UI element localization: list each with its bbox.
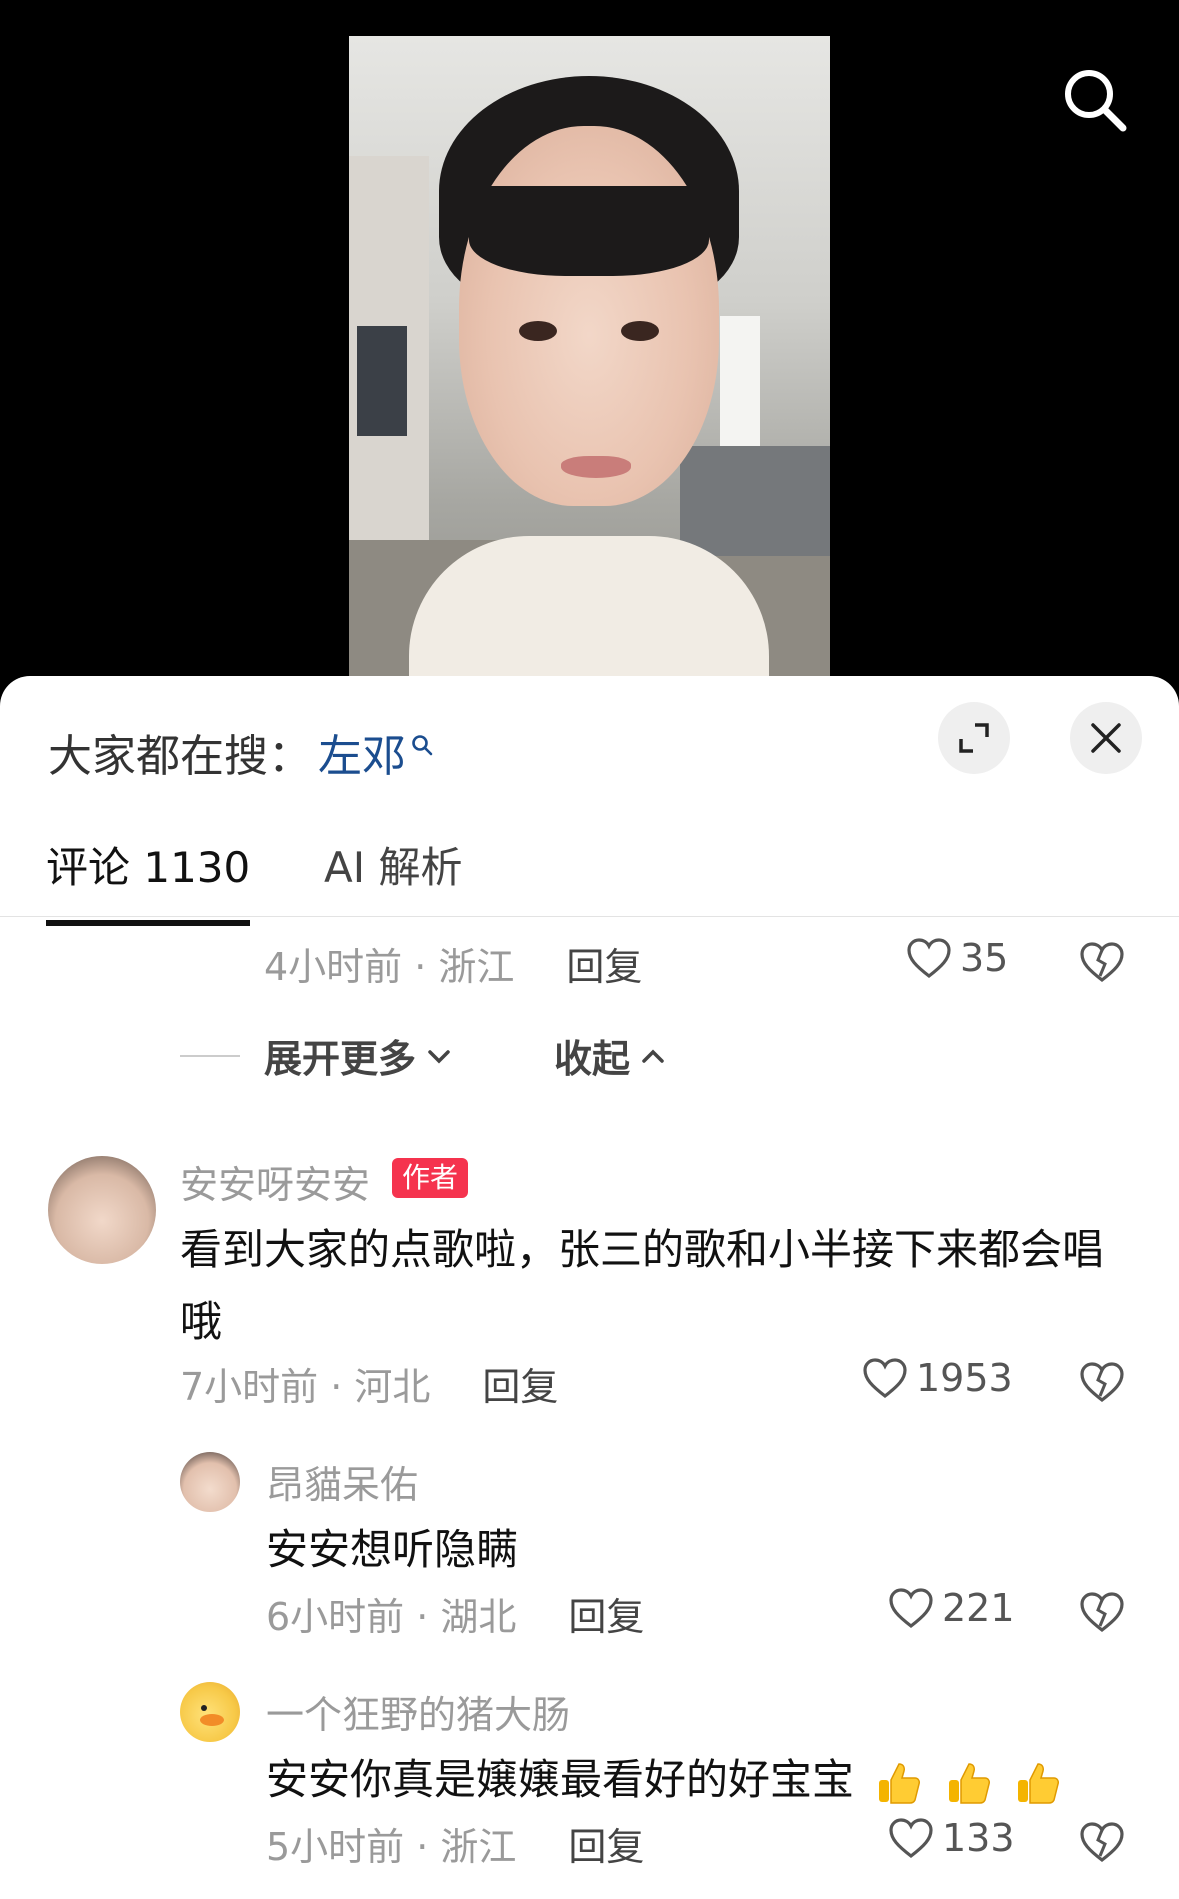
heart-icon (889, 1588, 933, 1629)
close-icon (1091, 723, 1121, 753)
expand-sheet-button[interactable] (938, 702, 1010, 774)
tab-comments[interactable]: 评论 1130 (46, 826, 251, 926)
thread-controls: 展开更多 收起 (180, 1028, 668, 1083)
reply-button[interactable]: 回复 (568, 1816, 644, 1871)
avatar[interactable] (180, 1452, 240, 1512)
time-location: 7小时前 · 河北 (180, 1365, 431, 1409)
collapse-label: 收起 (554, 1037, 631, 1081)
comment-text: 看到大家的点歌啦，张三的歌和小半接下来都会唱哦 (180, 1225, 1105, 1346)
video-person-eye-right (621, 321, 659, 341)
like-button[interactable]: 35 (906, 936, 1008, 980)
heart-icon (863, 1358, 907, 1399)
expand-icon (959, 723, 989, 753)
reply-text-row: 安安你真是嬢嬢最看好的好宝宝 (266, 1744, 1146, 1816)
like-button[interactable]: 133 (888, 1816, 1015, 1860)
reply-text: 安安想听隐瞒 (266, 1525, 519, 1574)
avatar[interactable] (180, 1682, 240, 1742)
chevron-down-icon (428, 1049, 450, 1063)
video-person-bangs (469, 186, 709, 276)
time-location: 5小时前 · 浙江 (266, 1825, 517, 1869)
prev-comment-meta: 4小时前 · 浙江 回复 (264, 936, 642, 991)
expand-more-button[interactable]: 展开更多 (264, 1028, 454, 1083)
video-frame[interactable] (349, 36, 830, 700)
like-count: 221 (942, 1586, 1015, 1630)
collapse-button[interactable]: 收起 (554, 1028, 668, 1083)
reply-username[interactable]: 昂貓呆佑 (266, 1454, 418, 1509)
tab-ai-analysis[interactable]: AI 解析 (324, 826, 462, 922)
divider-line (180, 1054, 240, 1057)
duck-avatar-icon (200, 1705, 224, 1726)
heart-icon (907, 938, 951, 979)
video-background-air-conditioner (720, 316, 760, 466)
search-icon (1065, 70, 1127, 132)
expand-more-label: 展开更多 (264, 1037, 417, 1081)
thumbs-up-icon (879, 1762, 921, 1804)
comment-username[interactable]: 安安呀安安 (180, 1154, 370, 1209)
dislike-button[interactable] (1078, 940, 1126, 984)
dislike-button[interactable] (1078, 1820, 1126, 1864)
small-search-icon (412, 735, 433, 756)
reply-meta: 5小时前 · 浙江 回复 (266, 1816, 644, 1871)
reply-button[interactable]: 回复 (568, 1586, 644, 1641)
like-button[interactable]: 1953 (862, 1356, 1013, 1400)
time-location: 6小时前 · 湖北 (266, 1595, 517, 1639)
thumbs-up-icon (1018, 1762, 1060, 1804)
video-person-eye-left (519, 321, 557, 341)
dislike-button[interactable] (1078, 1360, 1126, 1404)
close-button[interactable] (1070, 702, 1142, 774)
time-location: 4小时前 · 浙江 (264, 945, 515, 989)
hot-search-banner[interactable]: 大家都在搜： 左邓 (48, 720, 434, 784)
dislike-button[interactable] (1078, 1590, 1126, 1634)
heart-icon (889, 1818, 933, 1859)
avatar[interactable] (48, 1156, 156, 1264)
hot-search-prefix: 大家都在搜： (48, 731, 312, 782)
tab-bar: 评论 1130 AI 解析 (0, 826, 1179, 926)
like-button[interactable]: 221 (888, 1586, 1015, 1630)
reply-username[interactable]: 一个狂野的猪大肠 (266, 1684, 570, 1739)
video-person-mouth (561, 456, 631, 478)
search-button[interactable] (1059, 64, 1131, 136)
reply-meta: 6小时前 · 湖北 回复 (266, 1586, 644, 1641)
author-badge: 作者 (392, 1158, 469, 1198)
like-count: 1953 (916, 1356, 1013, 1400)
video-background-sofa (680, 446, 830, 556)
comment-meta: 7小时前 · 河北 回复 (180, 1356, 558, 1411)
broken-heart-icon (1080, 942, 1124, 983)
thumbs-up-icon (948, 1762, 990, 1804)
like-count: 133 (942, 1816, 1015, 1860)
reply-text: 安安你真是嬢嬢最看好的好宝宝 (266, 1755, 855, 1804)
like-count: 35 (960, 936, 1009, 980)
video-person-face (459, 126, 719, 506)
broken-heart-icon (1080, 1592, 1124, 1633)
broken-heart-icon (1080, 1822, 1124, 1863)
reply-button[interactable]: 回复 (482, 1356, 558, 1411)
video-player[interactable] (0, 0, 1179, 700)
video-background-tv (357, 326, 407, 436)
hot-search-term[interactable]: 左邓 (318, 720, 406, 784)
broken-heart-icon (1080, 1362, 1124, 1403)
chevron-up-icon (642, 1049, 664, 1063)
comment-sheet: 大家都在搜： 左邓 评论 1130 AI 解析 4小时前 · 浙江 回复 35 (0, 676, 1179, 1899)
reply-button[interactable]: 回复 (566, 936, 642, 991)
